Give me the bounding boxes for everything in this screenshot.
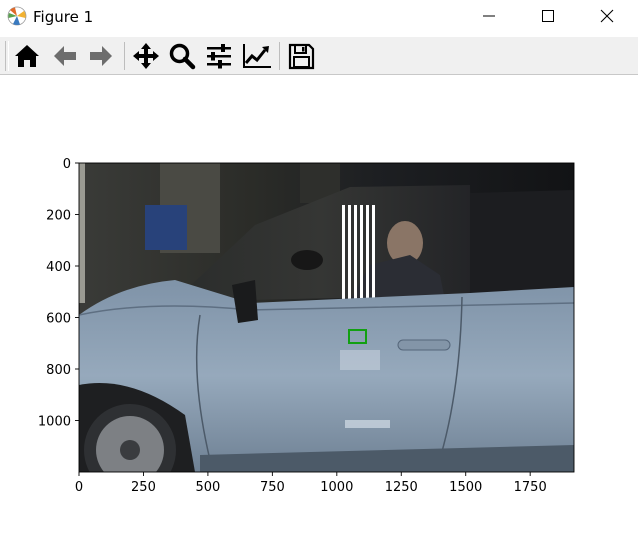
zoom-icon bbox=[169, 43, 196, 70]
pan-button[interactable] bbox=[130, 40, 162, 72]
toolbar-divider bbox=[279, 42, 280, 70]
forward-arrow-icon bbox=[90, 46, 112, 66]
configure-subplots-button[interactable] bbox=[203, 40, 235, 72]
move-icon bbox=[133, 43, 159, 69]
line-chart-icon bbox=[243, 44, 271, 68]
minimize-icon bbox=[483, 15, 495, 17]
y-tick-label: 800 bbox=[46, 363, 71, 378]
home-icon bbox=[15, 45, 39, 67]
x-tick-label: 250 bbox=[131, 480, 156, 495]
figure-canvas[interactable]: 0 250 500 750 1000 1250 1500 1750 0 200 400 600 800… bbox=[0, 75, 638, 554]
x-axis-ticks: 0 250 500 750 1000 1250 1500 1750 bbox=[75, 472, 547, 495]
x-tick-label: 1500 bbox=[449, 480, 482, 495]
save-icon bbox=[288, 43, 315, 70]
x-tick-label: 500 bbox=[195, 480, 220, 495]
axes: 0 250 500 750 1000 1250 1500 1750 0 200 400 600 800… bbox=[38, 157, 575, 495]
maximize-button[interactable] bbox=[526, 0, 572, 32]
sliders-icon bbox=[207, 44, 231, 69]
x-tick-label: 0 bbox=[75, 480, 83, 495]
close-icon bbox=[600, 9, 614, 23]
zoom-button[interactable] bbox=[166, 40, 198, 72]
x-tick-label: 1750 bbox=[514, 480, 547, 495]
matplotlib-logo-icon bbox=[7, 6, 27, 26]
toolbar-grip bbox=[5, 41, 9, 71]
maximize-icon bbox=[542, 10, 554, 22]
minimize-button[interactable] bbox=[467, 0, 513, 32]
y-tick-label: 400 bbox=[46, 260, 71, 275]
toolbar-divider bbox=[124, 42, 125, 70]
x-tick-label: 1250 bbox=[385, 480, 418, 495]
y-axis-ticks: 0 200 400 600 800 1000 bbox=[38, 157, 79, 430]
y-tick-label: 200 bbox=[46, 209, 71, 224]
close-button[interactable] bbox=[585, 0, 631, 32]
x-tick-label: 750 bbox=[260, 480, 285, 495]
forward-button[interactable] bbox=[85, 40, 117, 72]
back-arrow-icon bbox=[54, 46, 76, 66]
car-photo bbox=[79, 163, 574, 472]
y-tick-label: 600 bbox=[46, 312, 71, 327]
y-tick-label: 1000 bbox=[38, 415, 71, 430]
edit-axis-button[interactable] bbox=[240, 40, 272, 72]
x-tick-label: 1000 bbox=[320, 480, 353, 495]
home-button[interactable] bbox=[11, 40, 43, 72]
navigation-toolbar bbox=[0, 37, 638, 75]
save-button[interactable] bbox=[285, 40, 317, 72]
window-title: Figure 1 bbox=[33, 8, 94, 26]
y-tick-label: 0 bbox=[63, 157, 71, 172]
back-button[interactable] bbox=[49, 40, 81, 72]
title-bar: Figure 1 bbox=[0, 0, 638, 34]
